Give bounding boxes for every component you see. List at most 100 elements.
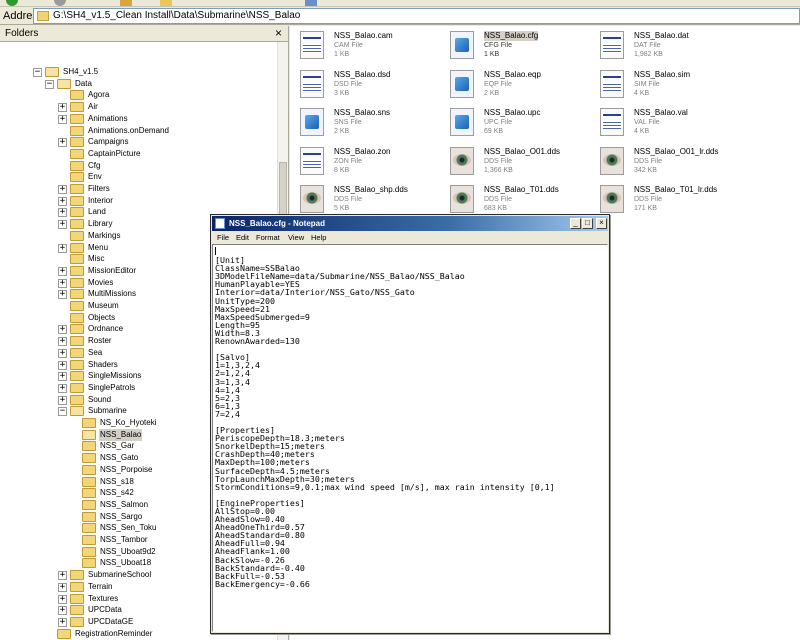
folder-icon (70, 137, 84, 148)
file-name: NSS_Balao_shp.dds (334, 185, 408, 194)
file-item[interactable]: NSS_Balao_T01_lr.dds DDS File 171 KB (592, 182, 742, 220)
file-item[interactable]: NSS_Balao.dat DAT File 1,982 KB (592, 28, 742, 66)
menu-edit[interactable]: Edit (236, 232, 249, 243)
maximize-button[interactable]: □ (582, 218, 593, 229)
expand-icon[interactable]: + (58, 208, 67, 218)
close-icon[interactable]: × (275, 26, 282, 40)
tree-item[interactable]: Agora (0, 89, 276, 101)
file-item[interactable]: NSS_Balao.cam CAM File 1 KB (292, 28, 442, 66)
folder-icon (82, 453, 96, 464)
folder-icon (70, 148, 84, 159)
text-editor[interactable]: [Unit] ClassName=SSBalao 3DModelFileName… (212, 244, 608, 632)
menu-file[interactable]: File (217, 232, 229, 243)
expand-icon[interactable]: + (58, 360, 67, 370)
file-size: 5 KB (334, 205, 350, 212)
tree-item[interactable]: − SH4_v1.5 (0, 66, 276, 78)
file-item[interactable]: NSS_Balao.dsd DSD File 3 KB (292, 67, 442, 105)
expand-icon[interactable]: + (58, 325, 67, 335)
expand-icon[interactable]: + (58, 571, 67, 581)
address-input[interactable]: G:\SH4_v1.5_Clean Install\Data\Submarine… (33, 8, 800, 24)
collapse-icon[interactable]: − (58, 407, 67, 417)
folder-icon (70, 312, 84, 323)
file-item[interactable]: NSS_Balao_O01_lr.dds DDS File 342 KB (592, 144, 742, 182)
image-file-icon (450, 146, 474, 175)
folder-icon (70, 172, 84, 183)
tree-item[interactable]: + Air (0, 101, 276, 113)
expand-icon[interactable]: + (58, 594, 67, 604)
expand-icon[interactable]: + (58, 337, 67, 347)
file-item[interactable]: NSS_Balao.sim SIM File 4 KB (592, 67, 742, 105)
close-button[interactable]: × (596, 218, 607, 229)
tree-item[interactable]: Animations.onDemand (0, 125, 276, 137)
expand-icon[interactable]: + (58, 103, 67, 113)
file-content[interactable]: [Unit] ClassName=SSBalao 3DModelFileName… (215, 248, 555, 588)
expand-icon[interactable]: + (58, 243, 67, 253)
file-item[interactable]: NSS_Balao.eqp EQP File 2 KB (442, 67, 592, 105)
file-item[interactable]: NSS_Balao.zon ZON File 8 KB (292, 144, 442, 182)
file-item[interactable]: NSS_Balao.sns SNS File 2 KB (292, 105, 442, 143)
expand-icon[interactable]: + (58, 383, 67, 393)
folder-icon (70, 382, 84, 393)
expand-icon[interactable]: + (58, 372, 67, 382)
expand-icon[interactable]: + (58, 582, 67, 592)
notepad-titlebar[interactable]: NSS_Balao.cfg - Notepad _ □ × (212, 216, 608, 231)
tree-item-label: Animations.onDemand (88, 125, 169, 135)
expand-icon[interactable]: + (58, 606, 67, 616)
tree-item-label: Textures (88, 593, 119, 603)
expand-icon[interactable]: + (58, 196, 67, 206)
expand-icon[interactable]: + (58, 278, 67, 288)
file-item[interactable]: NSS_Balao_O01.dds DDS File 1,366 KB (442, 144, 592, 182)
folder-icon (70, 347, 84, 358)
file-size: 4 KB (634, 128, 650, 135)
tree-item[interactable]: + Campaigns (0, 136, 276, 148)
address-path[interactable]: G:\SH4_v1.5_Clean Install\Data\Submarine… (53, 10, 300, 21)
folder-icon (70, 265, 84, 276)
file-item[interactable]: NSS_Balao.val VAL File 4 KB (592, 105, 742, 143)
file-item[interactable]: NSS_Balao.upc UPC File 69 KB (442, 105, 592, 143)
collapse-icon[interactable]: − (45, 79, 54, 89)
file-name: NSS_Balao_O01.dds (484, 146, 561, 156)
tree-item-label: Markings (88, 230, 121, 240)
tree-item[interactable]: Cfg (0, 160, 276, 172)
expand-icon[interactable]: + (58, 395, 67, 405)
tree-item-label: NSS_Uboat18 (100, 558, 152, 568)
folder-icon (82, 558, 96, 569)
menu-help[interactable]: Help (311, 232, 326, 243)
folder-up-icon[interactable] (120, 0, 132, 6)
expand-icon[interactable]: + (58, 266, 67, 276)
folder-icon (70, 605, 84, 616)
image-file-icon (600, 146, 624, 175)
folders-icon[interactable] (160, 0, 172, 6)
tree-item[interactable]: Env (0, 171, 276, 183)
tree-item[interactable]: + Animations (0, 113, 276, 125)
expand-icon[interactable]: + (58, 290, 67, 300)
expand-icon[interactable]: + (58, 348, 67, 358)
file-item[interactable]: NSS_Balao.cfg CFG File 1 KB (442, 28, 592, 66)
expand-icon[interactable]: + (58, 114, 67, 124)
tree-item[interactable]: CaptainPicture (0, 148, 276, 160)
folder-icon (70, 324, 84, 335)
forward-icon[interactable] (54, 0, 66, 6)
tree-item-label: Roster (88, 336, 112, 346)
tree-item-label: NSS_Tambor (100, 535, 148, 544)
tree-item[interactable]: + Filters (0, 183, 276, 195)
tree-item-label: NSS_s18 (100, 476, 134, 486)
tree-item-label: NS_Ko_Hyoteki (100, 418, 157, 427)
expand-icon[interactable]: + (58, 617, 67, 627)
data-file-icon (600, 69, 624, 98)
file-size: 69 KB (484, 128, 504, 135)
expand-icon[interactable]: + (58, 220, 67, 230)
collapse-icon[interactable]: − (33, 68, 42, 77)
expand-icon[interactable]: + (58, 138, 67, 148)
minimize-button[interactable]: _ (570, 218, 581, 229)
config-file-icon (450, 31, 474, 59)
views-icon[interactable] (305, 0, 317, 6)
expand-icon[interactable]: + (58, 185, 67, 194)
back-icon[interactable] (6, 0, 18, 6)
menu-view[interactable]: View (288, 232, 304, 243)
tree-item-label: Animations (88, 113, 128, 123)
menu-format[interactable]: Format (256, 232, 280, 243)
file-name: NSS_Balao.val (634, 108, 688, 117)
tree-item[interactable]: − Data (0, 78, 276, 90)
tree-item[interactable]: + Interior (0, 195, 276, 207)
